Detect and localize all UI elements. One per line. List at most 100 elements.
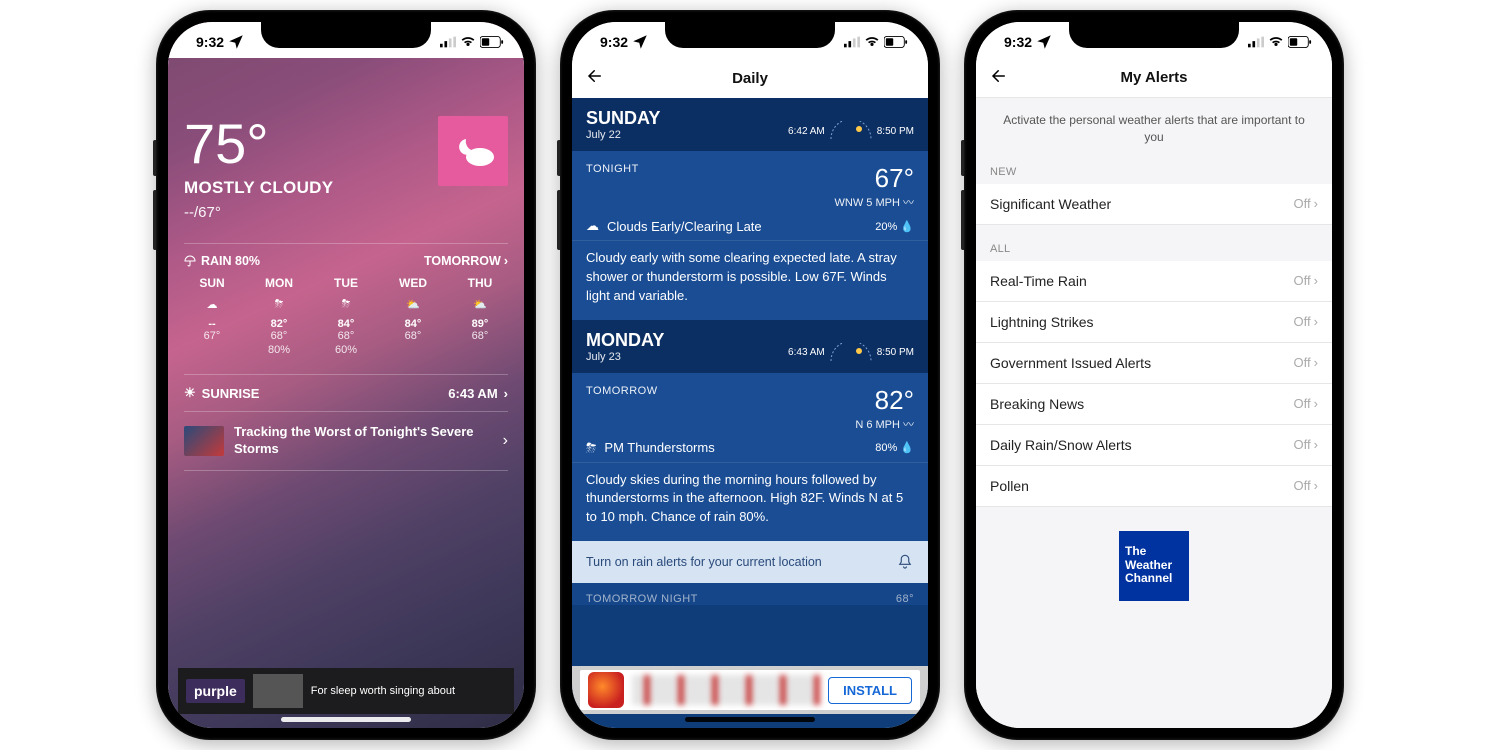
battery-icon (1288, 36, 1312, 48)
alert-row-lightning-strikes[interactable]: Lightning Strikes Off› (976, 302, 1332, 343)
back-arrow-icon[interactable] (586, 67, 604, 85)
wifi-icon (1268, 36, 1284, 48)
period-condition: Clouds Early/Clearing Late (607, 219, 762, 234)
partly-cloudy-icon: ⛅ (385, 294, 441, 314)
news-story-row[interactable]: Tracking the Worst of Tonight's Severe S… (184, 412, 508, 471)
sun-arc: 6:42 AM 8:50 PM (788, 121, 914, 141)
forecast-header-row[interactable]: RAIN 80% TOMORROW › (184, 254, 508, 268)
day-date: July 22 (586, 129, 660, 141)
period-wind: N 6 MPH 〰 (855, 416, 914, 432)
alert-label: Pollen (990, 478, 1029, 494)
ad-creative-image (632, 675, 820, 705)
chevron-right-icon: › (1314, 396, 1318, 411)
chevron-right-icon: › (504, 254, 508, 268)
forecast-day: TUE ⛈ 84° 68° 60% (318, 276, 374, 356)
alert-label: Breaking News (990, 396, 1084, 412)
forecast-row[interactable]: SUN ☁ -- 67° MON ⛈ 82° 68° 80% TUE ⛈ 84° (184, 276, 508, 356)
status-time: 9:32 (1004, 34, 1032, 50)
top-bar: My Alerts (976, 58, 1332, 98)
hi-lo-temp: --/67° (184, 204, 333, 221)
forecast-day: WED ⛅ 84° 68° (385, 276, 441, 356)
raindrop-icon: 💧 (900, 442, 914, 454)
chevron-right-icon: › (503, 432, 508, 450)
forecast-day: THU ⛅ 89° 68° (452, 276, 508, 356)
battery-icon (884, 36, 908, 48)
alert-row-government-alerts[interactable]: Government Issued Alerts Off› (976, 343, 1332, 384)
moon-clouds-icon (448, 131, 498, 171)
sunrise-icon: ☀ (184, 385, 196, 401)
sun-arc: 6:43 AM 8:50 PM (788, 343, 914, 363)
current-temp: 75° (184, 116, 333, 172)
wind-icon: 〰 (903, 197, 914, 209)
day-header: SUNDAY July 22 6:42 AM 8:50 PM (572, 98, 928, 151)
alert-row-real-time-rain[interactable]: Real-Time Rain Off› (976, 261, 1332, 302)
day-name: SUNDAY (586, 108, 660, 129)
chevron-right-icon: › (1314, 314, 1318, 329)
forecast-description: Cloudy skies during the morning hours fo… (572, 463, 928, 542)
cellular-icon (844, 36, 860, 48)
install-button[interactable]: INSTALL (828, 677, 912, 704)
home-indicator[interactable] (281, 717, 411, 722)
home-indicator[interactable] (685, 717, 815, 722)
alert-label: Significant Weather (990, 196, 1111, 212)
current-condition-tile (438, 116, 508, 186)
wind-icon: 〰 (903, 419, 914, 431)
bell-icon (896, 553, 914, 571)
phone-mockup-1: 9:32 Chattanooga, Tennessee 75° MOSTLY C… (156, 10, 536, 740)
status-time: 9:32 (196, 34, 224, 50)
chevron-right-icon: › (1314, 273, 1318, 288)
night-clouds-icon: ☁ (586, 218, 599, 234)
ad-creative-image (253, 674, 303, 708)
day-date: July 23 (586, 351, 664, 363)
story-title: Tracking the Worst of Tonight's Severe S… (234, 424, 493, 458)
wifi-icon (864, 36, 880, 48)
next-period-peek: TOMORROW NIGHT 68° (572, 583, 928, 605)
alert-row-pollen[interactable]: Pollen Off› (976, 466, 1332, 507)
period-name: TOMORROW (586, 385, 658, 397)
rain-alerts-prompt[interactable]: Turn on rain alerts for your current loc… (572, 541, 928, 583)
section-header-all: ALL (976, 237, 1332, 261)
forecast-description: Cloudy early with some clearing expected… (572, 241, 928, 320)
sun-arc-icon (829, 121, 873, 141)
rain-chance-label: RAIN 80% (201, 254, 260, 268)
story-thumbnail (184, 426, 224, 456)
forecast-day: SUN ☁ -- 67° (184, 276, 240, 356)
period-temp: 82° (855, 385, 914, 416)
alert-row-breaking-news[interactable]: Breaking News Off› (976, 384, 1332, 425)
period-name: TONIGHT (586, 163, 639, 175)
alert-label: Real-Time Rain (990, 273, 1087, 289)
current-condition: MOSTLY CLOUDY (184, 178, 333, 198)
sunrise-time: 6:43 AM (448, 386, 497, 401)
phone-mockup-2: 9:32 Daily SUNDAY July 22 6:42 AM (560, 10, 940, 740)
forecast-period: TOMORROW 82° N 6 MPH 〰 ⛈ PM Thunderstorm… (572, 373, 928, 463)
back-arrow-icon[interactable] (990, 67, 1008, 85)
wifi-icon (460, 36, 476, 48)
location-arrow-icon (227, 33, 245, 51)
thunderstorm-icon: ⛈ (251, 294, 307, 314)
cellular-icon (440, 36, 456, 48)
alert-label: Daily Rain/Snow Alerts (990, 437, 1132, 453)
device-notch (665, 22, 835, 48)
weather-channel-logo: The Weather Channel (1119, 531, 1189, 601)
ad-tagline: For sleep worth singing about (311, 685, 455, 697)
thunderstorm-icon: ⛈ (318, 294, 374, 314)
forecast-period: TONIGHT 67° WNW 5 MPH 〰 ☁ Clouds Early/C… (572, 151, 928, 241)
sun-arc-icon (829, 343, 873, 363)
alert-row-daily-rain-snow[interactable]: Daily Rain/Snow Alerts Off› (976, 425, 1332, 466)
battery-icon (480, 36, 504, 48)
cellular-icon (1248, 36, 1264, 48)
page-title: Daily (732, 70, 768, 87)
ad-banner[interactable]: INSTALL (572, 666, 928, 714)
chevron-right-icon: › (1314, 478, 1318, 493)
phone-mockup-3: 9:32 My Alerts Activate the personal wea… (964, 10, 1344, 740)
sunrise-row[interactable]: ☀ SUNRISE 6:43 AM › (184, 374, 508, 412)
page-title: My Alerts (1121, 69, 1188, 86)
chevron-right-icon: › (1314, 355, 1318, 370)
partly-cloudy-icon: ⛅ (452, 294, 508, 314)
alert-row-significant-weather[interactable]: Significant Weather Off› (976, 184, 1332, 225)
ad-banner[interactable]: purple For sleep worth singing about (178, 668, 514, 714)
forecast-day: MON ⛈ 82° 68° 80% (251, 276, 307, 356)
raindrop-icon: 💧 (900, 221, 914, 233)
chevron-right-icon: › (504, 386, 508, 401)
period-wind: WNW 5 MPH 〰 (835, 194, 914, 210)
